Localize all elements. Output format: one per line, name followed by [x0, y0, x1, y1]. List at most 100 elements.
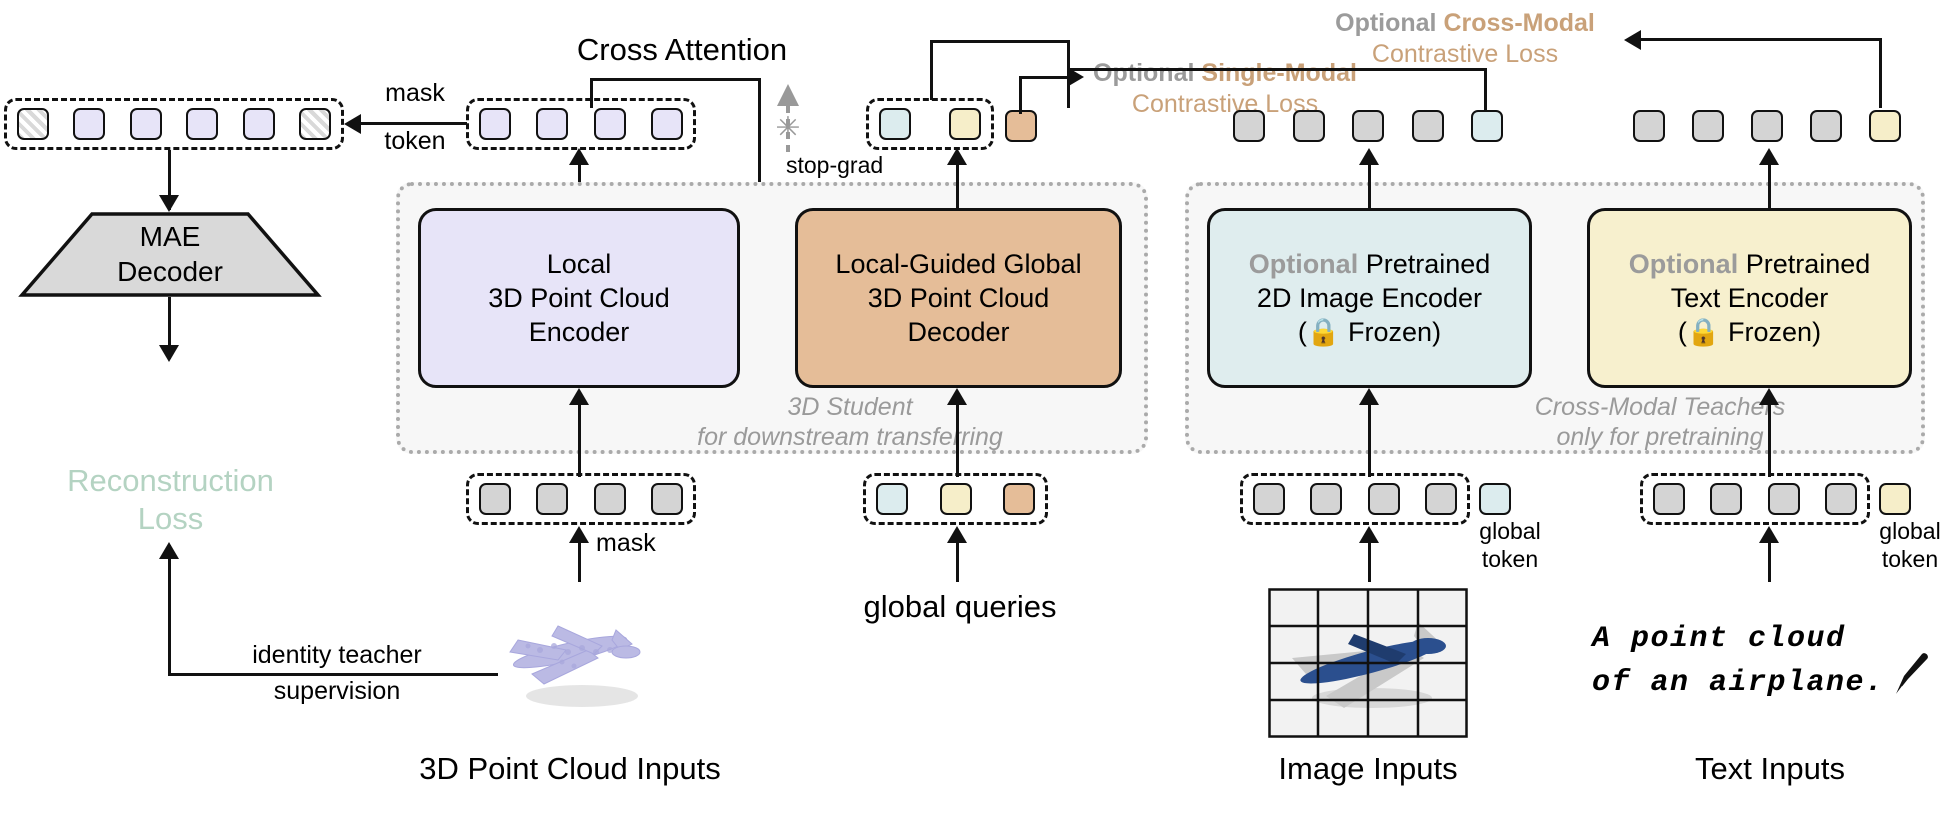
- token-chip-patch: [536, 483, 569, 515]
- mae-input-token-group: [4, 98, 344, 150]
- decoder-output-token-group: [866, 98, 994, 150]
- token-chip-text-in: [1767, 483, 1800, 515]
- local-encoder-line3: Encoder: [528, 317, 630, 347]
- token-chip-patch: [479, 483, 511, 515]
- image-global-token-h: [1067, 68, 1487, 71]
- text-prompt-line1: A point cloud: [1592, 622, 1846, 656]
- image-global-token-label-line2: token: [1481, 546, 1539, 572]
- token-chip-text-global-in: [1879, 483, 1911, 515]
- cross-modal-elbow-v-left: [930, 40, 933, 100]
- encoder-input-arrowhead: [569, 388, 589, 408]
- token-chip-image-patch: [1292, 110, 1325, 142]
- mae-decoder-module: MAE Decoder: [18, 212, 322, 297]
- svg-text:✳: ✳: [775, 111, 800, 146]
- cross-attention-line-h: [590, 78, 761, 81]
- identity-teacher-label-line2: supervision: [273, 677, 401, 705]
- token-chip-image-patch: [1352, 110, 1384, 142]
- token-chip-visible: [242, 108, 275, 140]
- token-chip-text-patch: [1751, 110, 1783, 142]
- lock-icon: 🔒: [1686, 317, 1721, 347]
- mask-token-label-line1: mask: [385, 79, 445, 107]
- single-modal-optional-text: Optional: [1093, 59, 1195, 87]
- image-encoder-frozen-text: Frozen): [1340, 317, 1442, 347]
- token-chip-text-in: [1824, 483, 1857, 515]
- stop-grad-label: stop-grad: [786, 152, 884, 178]
- image-encoder-optional-text: Optional: [1248, 248, 1359, 279]
- token-chip-latent: [536, 108, 569, 140]
- image-output-tokens: [1233, 110, 1503, 142]
- global-queries-arrowhead: [947, 526, 967, 546]
- recon-loss-arrowhead: [159, 542, 179, 562]
- image-encoder-line2: 2D Image Encoder: [1256, 282, 1483, 313]
- cross-modal-right-v: [1879, 38, 1882, 108]
- text-inputs-caption: Text Inputs: [1695, 751, 1845, 786]
- mae-decoder-label: MAE Decoder: [20, 212, 320, 297]
- text-global-token-label-line1: global: [1879, 518, 1941, 544]
- mask-token-label-line2: token: [384, 127, 446, 155]
- text-input-prompt: A point cloud of an airplane.: [1592, 618, 1932, 705]
- image-global-token-label-line1: global: [1479, 518, 1541, 544]
- mask-token-arrowhead: [344, 114, 362, 134]
- token-chip-image-in: [1367, 483, 1400, 515]
- token-chip-text-global-out: [1869, 110, 1901, 142]
- single-modal-elbow-v: [1019, 76, 1022, 114]
- token-chip-image-global-out: [1471, 110, 1503, 142]
- decoder-input-arrowhead: [947, 388, 967, 408]
- mae-input-arrowhead: [159, 192, 179, 212]
- text-encoder-frozen-text: Frozen): [1720, 317, 1822, 347]
- lock-icon: 🔒: [1306, 317, 1341, 347]
- token-chip-latent: [650, 108, 683, 140]
- text-input-token-group: [1640, 473, 1870, 525]
- decoder-output-arrowhead: [947, 148, 967, 168]
- cross-modal-kind-text: Cross-Modal: [1443, 9, 1595, 37]
- teachers-panel-label-line2: only for pretraining: [1556, 423, 1764, 451]
- image-encoder-input-arrowhead: [1359, 388, 1379, 408]
- token-chip-image-in: [1310, 483, 1343, 515]
- pen-icon: [1888, 648, 1934, 698]
- pointcloud-inputs-caption: 3D Point Cloud Inputs: [419, 751, 721, 786]
- mask-token-arrow-line: [352, 122, 467, 125]
- token-chip-patch: [593, 483, 626, 515]
- token-chip-text-patch: [1692, 110, 1724, 142]
- text-encoder-module: Optional Pretrained Text Encoder (🔒 Froz…: [1587, 208, 1912, 388]
- token-chip-text-in: [1710, 483, 1743, 515]
- global-decoder-line1: Local-Guided Global: [835, 248, 1082, 279]
- text-encoder-rest-text: Pretrained: [1738, 248, 1871, 279]
- image-input-arrowhead: [1359, 526, 1379, 546]
- reconstruction-loss-line1: Reconstruction: [67, 463, 274, 498]
- token-chip-image-patch: [1233, 110, 1265, 142]
- local-3d-encoder-module: Local 3D Point Cloud Encoder: [418, 208, 740, 388]
- token-chip-visible: [129, 108, 162, 140]
- token-chip-image-in: [1424, 483, 1457, 515]
- text-input-arrowhead: [1759, 526, 1779, 546]
- recon-loss-arrow-line: [168, 545, 171, 675]
- global-queries-token-group: [863, 473, 1048, 525]
- image-inputs-caption: Image Inputs: [1278, 751, 1458, 786]
- token-chip-visible: [186, 108, 219, 140]
- token-chip-image-global-in: [1479, 483, 1511, 515]
- cross-attention-label: Cross Attention: [576, 32, 788, 67]
- image-input-thumbnail: [1268, 588, 1468, 738]
- cross-modal-top-arrowhead: [1624, 30, 1644, 50]
- mask-arrowhead: [569, 526, 589, 546]
- token-chip-query-text: [939, 483, 972, 515]
- global-decoder-line3: Decoder: [907, 317, 1010, 347]
- image-encoder-output-arrowhead: [1359, 148, 1379, 168]
- reconstruction-loss-line2: Loss: [137, 501, 204, 536]
- mae-decoder-line1: MAE: [139, 221, 201, 253]
- identity-teacher-label-line1: identity teacher: [252, 641, 422, 669]
- student-panel-label-line1: 3D Student: [787, 393, 913, 421]
- text-encoder-line2: Text Encoder: [1670, 282, 1829, 313]
- cross-modal-optional-text: Optional: [1335, 9, 1437, 37]
- token-chip-image-in: [1253, 483, 1285, 515]
- token-chip-query-image: [876, 483, 908, 515]
- cross-modal-loss-line2: Contrastive Loss: [1371, 40, 1559, 69]
- global-decoder-line2: 3D Point Cloud: [867, 282, 1050, 313]
- text-global-token-label-line2: token: [1881, 546, 1939, 572]
- stop-grad-arrow: ✳: [768, 78, 808, 156]
- text-encoder-output-arrowhead: [1759, 148, 1779, 168]
- text-encoder-optional-text: Optional: [1628, 248, 1739, 279]
- encoder-input-token-group: [466, 473, 696, 525]
- token-chip-query-pointcloud: [1003, 483, 1035, 515]
- point-cloud-airplane-image: [470, 600, 670, 710]
